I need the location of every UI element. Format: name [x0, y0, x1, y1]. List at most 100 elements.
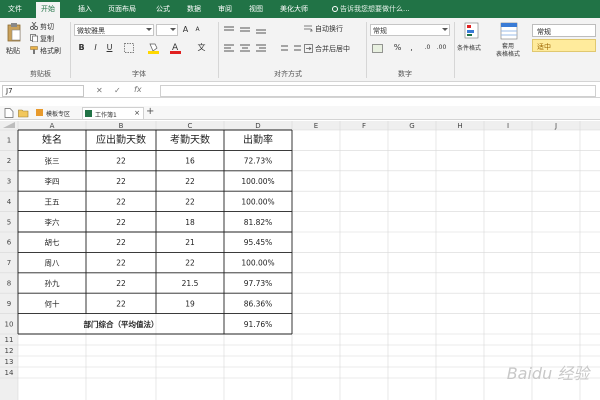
add-tab-icon[interactable]: + [146, 106, 154, 117]
table-cell[interactable]: 王五 [45, 197, 60, 206]
column-header-B[interactable]: B [119, 122, 124, 130]
row-header-6[interactable]: 6 [7, 239, 12, 247]
table-cell[interactable]: 21 [185, 238, 195, 247]
column-header-A[interactable]: A [50, 122, 55, 130]
close-tab-icon[interactable]: × [134, 109, 140, 117]
paste-label[interactable]: 粘贴 [6, 46, 20, 56]
column-header-G[interactable]: G [409, 122, 414, 130]
row-header-11[interactable]: 11 [5, 336, 14, 344]
table-cell[interactable]: 张三 [45, 157, 60, 166]
workbook-tab-workbook1[interactable]: 工作簿1 × [82, 107, 144, 119]
row-header-13[interactable]: 13 [5, 358, 14, 366]
row-header-12[interactable]: 12 [5, 347, 14, 355]
table-cell[interactable]: 100.00% [241, 177, 274, 186]
tab-view[interactable]: 视图 [249, 4, 263, 14]
table-cell[interactable]: 86.36% [244, 299, 273, 308]
insert-function-icon[interactable]: fx [134, 85, 142, 94]
number-format-select[interactable]: 常规 [370, 24, 450, 36]
underline-button[interactable]: U [104, 42, 115, 53]
tab-review[interactable]: 审阅 [218, 4, 232, 14]
table-cell[interactable]: 97.73% [244, 279, 273, 288]
tab-home[interactable]: 开始 [36, 2, 60, 18]
table-cell[interactable]: 100.00% [241, 259, 274, 268]
format-painter-button[interactable]: 格式刷 [40, 46, 61, 56]
row-header-3[interactable]: 3 [7, 178, 11, 186]
increase-font-size-icon[interactable]: A [180, 24, 191, 35]
format-as-table-icon[interactable] [500, 22, 518, 40]
table-cell[interactable]: 胡七 [45, 237, 60, 247]
vertical-align-icons[interactable] [224, 25, 272, 35]
comma-button[interactable]: , [406, 42, 417, 53]
table-cell[interactable]: 应出勤天数 [96, 133, 146, 146]
row-header-7[interactable]: 7 [7, 259, 11, 267]
row-header-2[interactable]: 2 [7, 157, 11, 165]
table-cell[interactable]: 李四 [45, 176, 60, 186]
percent-button[interactable]: % [392, 42, 403, 53]
phonetic-icon[interactable]: 文 [196, 42, 207, 53]
grid-canvas[interactable]: ABCDEFGHIJK1234567891011121314姓名应出勤天数考勤天… [0, 121, 600, 400]
table-cell[interactable]: 95.45% [244, 238, 273, 247]
fill-color-icon[interactable] [148, 42, 159, 54]
table-cell[interactable]: 姓名 [42, 133, 62, 146]
style-neutral[interactable]: 适中 [532, 39, 596, 52]
style-normal[interactable]: 常规 [532, 24, 596, 37]
tab-page-layout[interactable]: 页面布局 [108, 4, 136, 14]
indent-icons[interactable] [278, 44, 302, 54]
spreadsheet-grid[interactable]: ABCDEFGHIJK1234567891011121314姓名应出勤天数考勤天… [0, 121, 600, 400]
wrap-text-button[interactable]: 自动换行 [315, 24, 343, 34]
table-cell[interactable]: 22 [116, 157, 126, 166]
table-cell[interactable]: 22 [116, 299, 126, 308]
table-cell[interactable]: 22 [185, 177, 195, 186]
table-cell[interactable]: 91.76% [244, 320, 273, 329]
borders-icon[interactable] [124, 43, 134, 53]
row-header-1[interactable]: 1 [7, 137, 11, 145]
table-cell[interactable]: 出勤率 [243, 133, 273, 146]
table-cell[interactable]: 21.5 [182, 279, 199, 288]
column-header-D[interactable]: D [255, 122, 260, 130]
formula-input[interactable] [160, 85, 596, 97]
table-cell[interactable]: 22 [185, 259, 195, 268]
tab-data[interactable]: 数据 [187, 4, 201, 14]
table-cell[interactable]: 19 [185, 299, 195, 308]
font-color-icon[interactable]: A [170, 42, 181, 54]
enter-icon[interactable]: ✓ [114, 86, 121, 95]
row-header-4[interactable]: 4 [7, 198, 12, 206]
tell-me-search[interactable]: 告诉我您想要做什么... [332, 4, 410, 14]
paste-icon[interactable] [6, 22, 22, 44]
horizontal-align-icons[interactable] [224, 44, 272, 54]
format-as-table-label[interactable]: 套用 表格格式 [496, 43, 520, 59]
table-cell[interactable]: 22 [116, 218, 126, 227]
table-cell[interactable]: 72.73% [244, 157, 273, 166]
column-header-I[interactable]: I [507, 122, 509, 130]
column-header-C[interactable]: C [188, 122, 193, 130]
accounting-format-icon[interactable] [372, 43, 384, 54]
table-cell[interactable]: 何十 [45, 298, 60, 308]
table-cell[interactable]: 100.00% [241, 197, 274, 206]
conditional-formatting-icon[interactable] [464, 22, 480, 40]
cancel-icon[interactable]: ✕ [96, 86, 103, 95]
column-header-E[interactable]: E [314, 122, 318, 130]
cut-button[interactable]: 剪切 [40, 22, 54, 32]
tab-beautify-master[interactable]: 美化大师 [280, 4, 308, 14]
bold-button[interactable]: B [76, 42, 87, 53]
italic-button[interactable]: I [90, 42, 101, 53]
summary-label-cell[interactable]: 部门综合（平均值法） [84, 319, 159, 329]
row-header-9[interactable]: 9 [7, 300, 11, 308]
new-document-icon[interactable] [4, 108, 14, 118]
table-cell[interactable]: 周八 [45, 259, 60, 268]
table-cell[interactable]: 李六 [45, 217, 60, 227]
open-folder-icon[interactable] [18, 108, 29, 118]
table-cell[interactable]: 22 [116, 177, 126, 186]
table-cell[interactable]: 22 [116, 197, 126, 206]
tab-file[interactable]: 文件 [8, 4, 22, 14]
decrease-decimal-icon[interactable]: .00 [436, 42, 447, 53]
table-cell[interactable]: 22 [185, 197, 195, 206]
table-cell[interactable]: 考勤天数 [170, 133, 210, 146]
table-cell[interactable]: 孙九 [45, 278, 60, 288]
table-cell[interactable]: 18 [185, 218, 195, 227]
row-header-5[interactable]: 5 [7, 218, 11, 226]
font-name-select[interactable]: 微软雅黑 [74, 24, 154, 36]
table-cell[interactable]: 22 [116, 279, 126, 288]
column-header-F[interactable]: F [362, 122, 366, 130]
font-size-select[interactable] [156, 24, 178, 36]
